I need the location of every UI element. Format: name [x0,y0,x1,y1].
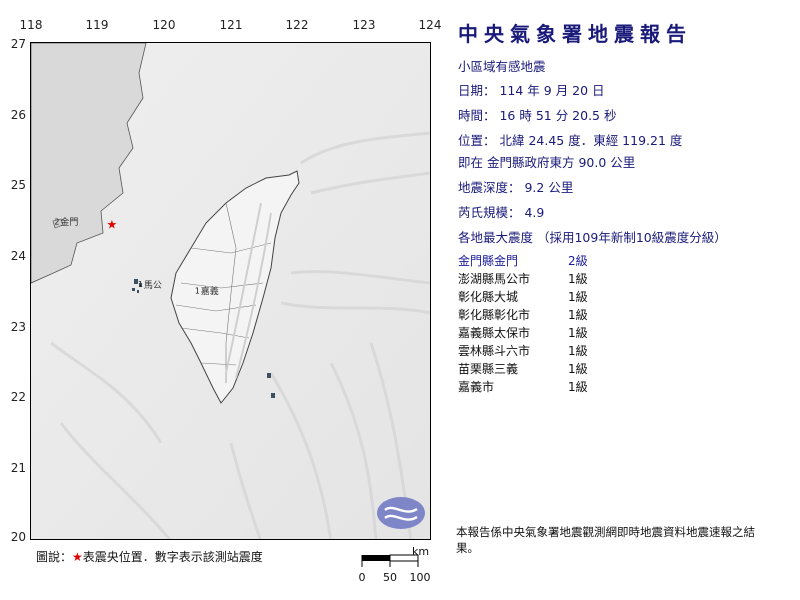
lon-tick: 118 [19,18,43,32]
station-level: 1級 [568,380,588,394]
station-level: 1級 [568,290,588,304]
lat-tick: 24 [10,249,26,263]
report-date: 日期： 114 年 9 月 20 日 [458,83,605,98]
report-depth: 地震深度： 9.2 公里 [458,180,574,195]
lon-tick: 122 [285,18,309,32]
cwa-logo [377,497,425,529]
station-name: 澎湖縣馬公市 [458,272,531,286]
scale-label: 100 [409,571,431,584]
lat-tick: 20 [10,530,26,544]
station-level: 1級 [568,308,588,322]
map-legend: 圖說：★表震央位置．數字表示該測站震度 [36,548,263,565]
legend-star-icon: ★ [72,550,83,564]
report-relative-location: 即在 金門縣政府東方 90.0 公里 [458,155,636,170]
legend-prefix: 圖說： [36,550,73,564]
report-title: 中央氣象署地震報告 [458,22,692,46]
legend-text: 表震央位置．數字表示該測站震度 [82,550,263,564]
station-name: 彰化縣大城 [458,290,519,304]
lon-tick: 119 [85,18,109,32]
intensity-title: 各地最大震度 （採用109年新制10級震度分級） [458,230,727,245]
orchid-island [271,393,275,398]
lat-tick: 22 [10,390,26,404]
relief-map: 2 1 1 ★ [31,43,430,539]
report-note: 本報告係中央氣象署地震觀測網即時地震資料地震速報之結果。 [456,525,755,555]
scale-label: 50 [383,571,397,584]
station-name: 金門縣金門 [458,254,519,268]
station-map-label: 金門 [60,218,79,229]
station-marker: 2 [54,217,59,226]
report-magnitude: 芮氏規模： 4.9 [458,205,545,220]
lat-tick: 23 [10,320,26,334]
lat-tick: 21 [10,461,26,475]
scale-label: 0 [358,571,366,584]
station-name: 嘉義市 [458,380,495,394]
lat-tick: 26 [10,108,26,122]
map-panel: 2 1 1 ★ 金門馬公嘉義 [30,42,431,540]
epicenter-star: ★ [106,217,117,231]
station-name: 苗栗縣三義 [458,362,519,376]
lon-tick: 124 [418,18,442,32]
station-name: 嘉義縣太保市 [458,326,531,340]
station-name: 雲林縣斗六市 [458,344,531,358]
green-island [267,373,271,378]
lon-tick: 120 [152,18,176,32]
station-map-label: 嘉義 [200,287,219,298]
report-location: 位置： 北緯 24.45 度．東經 119.21 度 [458,133,683,148]
station-map-label: 馬公 [143,281,162,292]
station-level: 1級 [568,326,588,340]
lon-tick: 121 [219,18,243,32]
lat-tick: 27 [10,37,26,51]
station-level: 1級 [568,344,588,358]
station-marker: 1 [195,286,200,295]
report-time: 時間： 16 時 51 分 20.5 秒 [458,108,617,123]
station-level: 2級 [568,254,588,268]
lat-tick: 25 [10,178,26,192]
station-name: 彰化縣彰化市 [458,308,531,322]
station-level: 1級 [568,272,588,286]
scale-unit: km [412,545,430,558]
report-type: 小區域有感地震 [458,59,546,74]
station-level: 1級 [568,362,588,376]
lon-tick: 123 [352,18,376,32]
station-marker: 1 [138,280,143,289]
